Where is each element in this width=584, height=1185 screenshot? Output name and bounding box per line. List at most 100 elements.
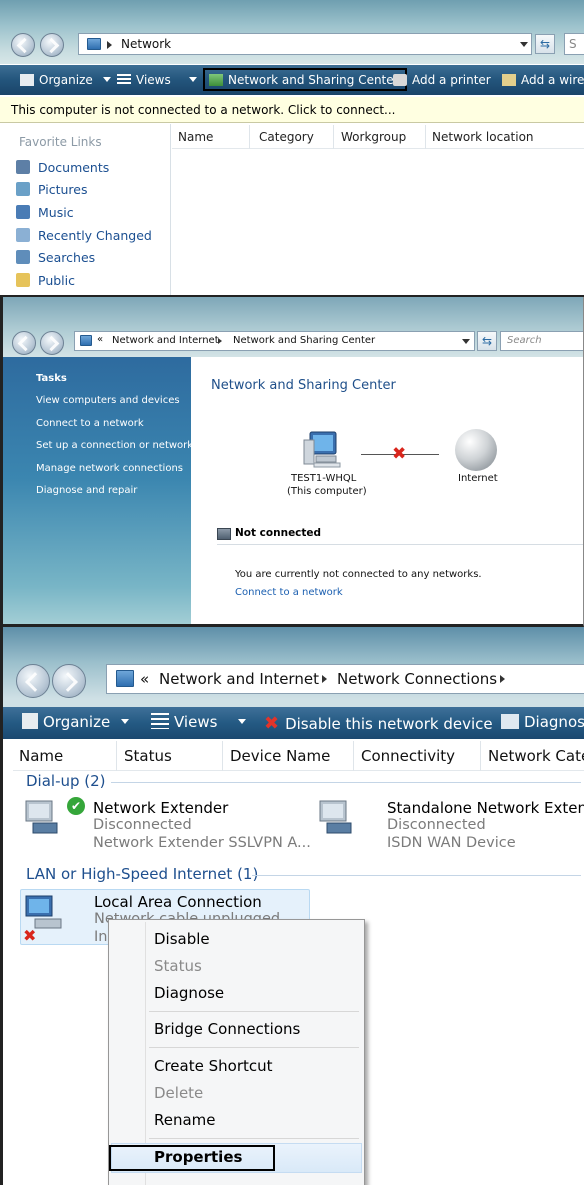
- menu-item-create-shortcut[interactable]: Create Shortcut: [154, 1057, 273, 1075]
- favorite-link-recently-changed[interactable]: Recently Changed: [16, 228, 152, 243]
- network-adapter-icon: [317, 797, 361, 837]
- breadcrumb-overflow[interactable]: «: [140, 670, 149, 688]
- column-header-row: Name Category Workgroup Network location: [172, 125, 584, 149]
- disable-device-button[interactable]: ✖ Disable this network device: [264, 713, 493, 734]
- public-folder-icon: [16, 273, 30, 287]
- context-menu: Disable Status Diagnose Bridge Connectio…: [108, 919, 365, 1185]
- views-icon: [117, 74, 131, 86]
- column-header-network-location[interactable]: Network location: [426, 125, 546, 149]
- diagnose-button[interactable]: Diagnos: [501, 713, 584, 731]
- refresh-button[interactable]: ⇆: [477, 331, 497, 351]
- search-input[interactable]: Search: [500, 331, 583, 351]
- column-workgroup-label: Workgroup: [341, 130, 407, 144]
- column-header-category[interactable]: Category: [253, 125, 334, 149]
- network-icon: [80, 335, 92, 346]
- favorite-link-public[interactable]: Public: [16, 273, 75, 288]
- breadcrumb-arrow-icon[interactable]: [500, 675, 505, 683]
- task-view-computers[interactable]: View computers and devices: [36, 395, 180, 406]
- menu-separator: [149, 1011, 359, 1012]
- tasks-header: Tasks: [36, 373, 67, 384]
- forward-button[interactable]: [40, 33, 64, 57]
- views-button[interactable]: Views: [151, 713, 247, 731]
- forward-button[interactable]: [52, 664, 86, 698]
- back-button[interactable]: [12, 331, 36, 355]
- chevron-down-icon[interactable]: [462, 339, 470, 344]
- favorite-link-label: Recently Changed: [38, 228, 152, 243]
- page-title: Network and Sharing Center: [211, 378, 396, 393]
- breadcrumb-overflow[interactable]: «: [97, 334, 103, 345]
- menu-item-delete[interactable]: Delete: [154, 1084, 203, 1102]
- add-printer-button[interactable]: Add a printer: [393, 73, 491, 87]
- menu-item-disable[interactable]: Disable: [154, 930, 210, 948]
- task-setup-connection[interactable]: Set up a connection or network: [36, 440, 193, 451]
- column-header-name[interactable]: Name: [13, 741, 117, 771]
- chevron-down-icon: [188, 77, 197, 82]
- command-toolbar: Organize Views ✖ Disable this network dev…: [3, 707, 584, 739]
- favorite-link-label: Documents: [38, 160, 110, 175]
- menu-separator: [149, 1047, 359, 1048]
- add-wireless-button[interactable]: Add a wire: [502, 73, 584, 87]
- column-header-device-name[interactable]: Device Name: [224, 741, 354, 771]
- column-connectivity-label: Connectivity: [361, 747, 455, 765]
- menu-item-status[interactable]: Status: [154, 957, 202, 975]
- connect-network-link[interactable]: Connect to a network: [235, 587, 343, 598]
- menu-item-diagnose[interactable]: Diagnose: [154, 984, 224, 1002]
- breadcrumb-network-sharing-center[interactable]: Network and Sharing Center: [233, 335, 375, 346]
- menu-item-bridge-connections[interactable]: Bridge Connections: [154, 1020, 300, 1038]
- favorite-link-searches[interactable]: Searches: [16, 250, 95, 265]
- column-name-label: Name: [19, 747, 64, 765]
- column-header-status[interactable]: Status: [118, 741, 223, 771]
- address-bar[interactable]: Network: [78, 33, 532, 55]
- column-header-network-category[interactable]: Network Cate: [482, 741, 584, 771]
- menu-item-rename[interactable]: Rename: [154, 1111, 216, 1129]
- back-button[interactable]: [16, 664, 50, 698]
- refresh-button[interactable]: ⇆: [535, 34, 555, 54]
- column-status-label: Status: [124, 747, 172, 765]
- task-connect-network[interactable]: Connect to a network: [36, 418, 144, 429]
- column-header-workgroup[interactable]: Workgroup: [335, 125, 426, 149]
- chevron-down-icon[interactable]: [520, 42, 528, 47]
- status-heading: Not connected: [235, 527, 322, 539]
- error-x-icon: ✖: [23, 926, 37, 945]
- connection-network-extender[interactable]: ✔ Network Extender Disconnected Network …: [23, 795, 311, 853]
- address-bar[interactable]: « Network and Internet Network and Shari…: [74, 331, 475, 351]
- group-header-dialup[interactable]: Dial-up (2): [26, 772, 106, 790]
- breadcrumb-arrow-icon: [218, 338, 222, 344]
- favorite-link-documents[interactable]: Documents: [16, 160, 109, 175]
- connected-check-icon: ✔: [67, 797, 85, 815]
- info-bar-text: This computer is not connected to a netw…: [11, 103, 396, 117]
- back-button[interactable]: [11, 33, 35, 57]
- connection-device: In: [94, 929, 108, 945]
- breadcrumb-network-internet[interactable]: Network and Internet: [159, 670, 319, 688]
- globe-icon: [455, 429, 497, 471]
- breadcrumb-network-internet[interactable]: Network and Internet: [112, 335, 219, 346]
- favorite-link-music[interactable]: Music: [16, 205, 74, 220]
- organize-label: Organize: [39, 73, 93, 87]
- menu-item-properties[interactable]: Properties: [154, 1148, 242, 1166]
- info-bar[interactable]: This computer is not connected to a netw…: [0, 97, 584, 123]
- diagnose-icon: [501, 714, 519, 729]
- favorite-link-pictures[interactable]: Pictures: [16, 182, 88, 197]
- search-input[interactable]: S: [564, 33, 584, 55]
- address-bar[interactable]: « Network and Internet Network Connectio…: [106, 664, 584, 694]
- tasks-pane: Tasks View computers and devices Connect…: [3, 357, 193, 624]
- group-header-lan[interactable]: LAN or High-Speed Internet (1): [26, 865, 258, 883]
- network-sharing-center-button[interactable]: Network and Sharing Center: [203, 68, 407, 91]
- chevron-down-icon: [120, 719, 129, 724]
- organize-button[interactable]: Organize: [22, 713, 129, 731]
- task-manage-connections[interactable]: Manage network connections: [36, 463, 183, 474]
- disable-x-icon: ✖: [264, 713, 280, 734]
- organize-button[interactable]: Organize: [20, 73, 111, 87]
- connection-standalone-extender[interactable]: Standalone Network Extende Disconnected …: [317, 795, 584, 853]
- forward-button[interactable]: [40, 331, 64, 355]
- organize-icon: [22, 713, 38, 729]
- column-header-connectivity[interactable]: Connectivity: [355, 741, 481, 771]
- chevron-down-icon: [238, 719, 247, 724]
- computer-name: TEST1-WHQL: [291, 473, 357, 484]
- column-header-name[interactable]: Name: [172, 125, 250, 149]
- task-diagnose-repair[interactable]: Diagnose and repair: [36, 485, 137, 496]
- network-center-icon: [209, 74, 223, 86]
- network-adapter-icon: [23, 797, 67, 837]
- breadcrumb-network-connections[interactable]: Network Connections: [337, 670, 497, 688]
- views-button[interactable]: Views: [117, 73, 197, 87]
